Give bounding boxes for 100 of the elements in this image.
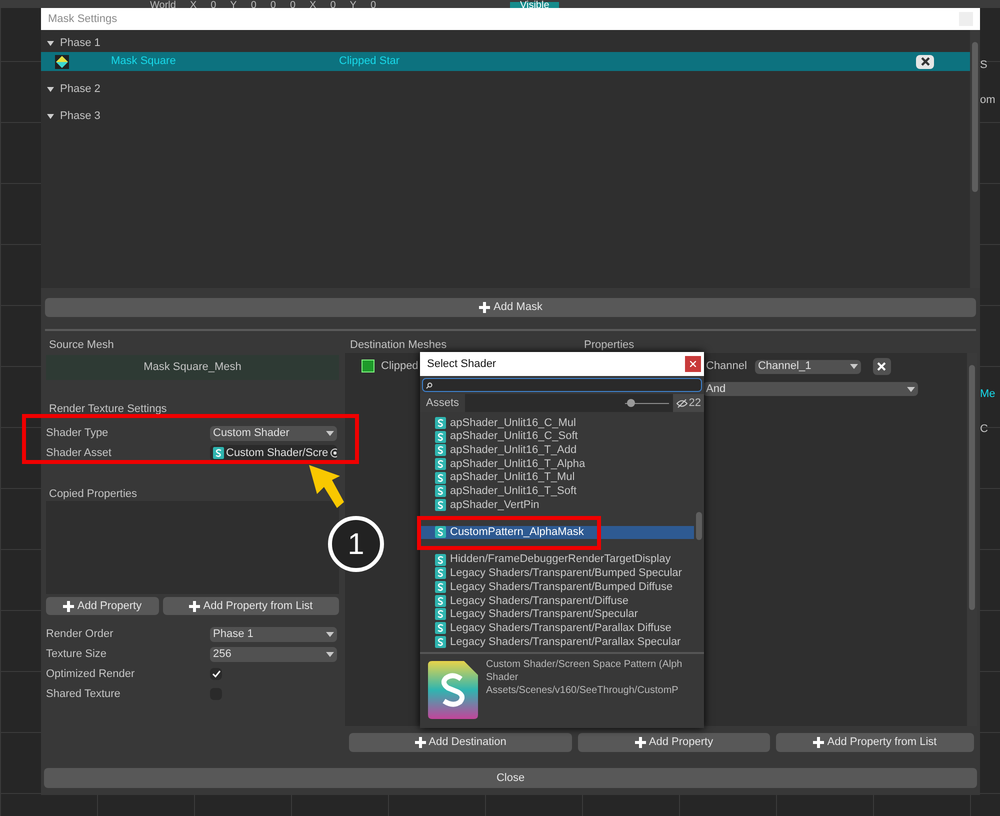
shader-list-item[interactable]: Legacy Shaders/Transparent/Bumped Diffuse	[420, 580, 694, 594]
dropdown-caret-icon	[907, 386, 915, 392]
shader-list-item[interactable]: apShader_Unlit16_T_Mul	[420, 470, 694, 484]
slider-thumb[interactable]	[626, 399, 635, 407]
shader-list-item[interactable]: Legacy Shaders/Transparent/Specular	[420, 608, 694, 622]
close-icon	[920, 57, 930, 66]
preview-text: Shader	[486, 671, 520, 684]
expanded-triangle-icon[interactable]	[47, 113, 54, 120]
zoom-slider[interactable]	[624, 398, 669, 408]
field-label: Shader Asset	[46, 446, 112, 461]
check-icon	[212, 670, 220, 678]
section-heading: Source Mesh	[48, 338, 115, 353]
field-label: Optimized Render	[46, 666, 136, 682]
close-icon	[690, 361, 696, 367]
field-label: Render Order	[46, 626, 114, 642]
shader-list-item[interactable]: Legacy Shaders/Transparent/Bumped Specular	[420, 566, 694, 580]
shader-list-item[interactable]: apShader_Unlit16_T_Add	[420, 443, 694, 458]
toolbar-text: Y	[350, 2, 356, 8]
dropdown[interactable]: Custom Shader	[210, 426, 337, 440]
hidden-count-toggle[interactable]: 22	[672, 394, 704, 412]
dropdown[interactable]: 256	[210, 646, 337, 662]
shader-list-item[interactable]: Hidden/FrameDebuggerRenderTargetDisplay	[420, 552, 694, 567]
expanded-triangle-icon[interactable]	[47, 86, 54, 93]
toolbar-text: World	[150, 2, 176, 8]
toolbar-text: X	[310, 2, 316, 8]
shader-list-item[interactable]: CustomPattern_AlphaMask	[420, 526, 694, 540]
shader-file-icon	[435, 581, 446, 594]
shader-list-item[interactable]: apShader_Unlit16_T_Alpha	[420, 457, 694, 471]
toolbar-text: 0	[290, 2, 296, 8]
side-panel-text: C	[980, 422, 989, 436]
search-field[interactable]	[422, 378, 702, 392]
add-destination-button[interactable]: Add Destination	[349, 733, 572, 752]
shader-file-icon	[435, 444, 446, 456]
shader-file-icon	[435, 458, 446, 470]
side-panel-text: S	[980, 58, 988, 73]
dropdown-caret-icon	[850, 364, 858, 369]
section-heading: Properties	[584, 338, 634, 353]
scrollbar[interactable]	[970, 30, 980, 288]
side-panel-text: Me	[980, 387, 996, 402]
plus-icon	[478, 302, 490, 313]
close-popup-button[interactable]	[685, 356, 701, 372]
arrow-icon	[306, 465, 346, 511]
field-label: Channel	[706, 359, 747, 374]
add-property-button[interactable]: Add Property from List	[776, 733, 974, 752]
dropdown[interactable]: Channel_1	[754, 360, 861, 374]
target-icon	[330, 448, 337, 458]
source-mesh-name: Mask Square	[111, 54, 177, 70]
dropdown[interactable]: And	[703, 382, 918, 396]
add-property-button[interactable]: Add Property from List	[163, 597, 339, 615]
shader-file-icon	[435, 554, 446, 566]
toolbar-text: 0	[370, 2, 376, 8]
shader-file-icon	[435, 498, 446, 511]
phase-label: Phase 1	[60, 36, 100, 52]
shader-list-item[interactable]: Legacy Shaders/Transparent/Diffuse	[420, 594, 694, 608]
preview-text: Custom Shader/Screen Space Pattern (Alph	[486, 658, 682, 671]
dropdown[interactable]: Phase 1	[210, 626, 337, 642]
add-mask-button[interactable]: Add Mask	[45, 298, 976, 317]
toolbar-text: 0	[210, 2, 216, 8]
toolbar-text: X	[190, 2, 197, 8]
diamond-icon	[55, 54, 69, 68]
dropdown-caret-icon	[326, 652, 334, 656]
source-mesh-field[interactable]: Mask Square_Mesh	[46, 355, 339, 380]
shader-list-item[interactable]: Legacy Shaders/Transparent/Parallax Diffuse	[420, 621, 694, 635]
checkbox[interactable]	[210, 668, 222, 680]
phase-label: Phase 3	[60, 109, 100, 124]
remove-mask-button[interactable]	[916, 54, 934, 68]
destination-mesh-name: Clipped Star	[339, 54, 400, 70]
toolbar-text: Y	[230, 2, 237, 8]
plus-icon	[414, 737, 426, 748]
add-property-button[interactable]: Add Property	[46, 597, 159, 615]
remove-property-button[interactable]	[872, 358, 891, 375]
visible-toggle[interactable]: Visible	[510, 2, 560, 8]
section-heading: Destination Meshes	[349, 338, 448, 353]
shader-file-icon	[435, 485, 446, 498]
shader-file-icon	[435, 416, 446, 429]
phase-label: Phase 2	[60, 82, 100, 98]
object-field[interactable]: Custom Shader/Scre	[210, 445, 337, 461]
shader-file-icon	[435, 526, 446, 538]
plus-icon	[63, 600, 74, 612]
shader-list-item[interactable]: apShader_Unlit16_C_Mul	[420, 416, 694, 430]
expanded-triangle-icon[interactable]	[47, 40, 54, 47]
toolbar-text: 0	[330, 2, 336, 8]
shader-list-item[interactable]: Legacy Shaders/Transparent/Parallax Specular	[420, 635, 694, 649]
shader-list-item[interactable]: apShader_Unlit16_C_Soft	[420, 430, 694, 444]
shader-list-item[interactable]: apShader_VertPin	[420, 498, 694, 512]
dropdown-caret-icon	[326, 430, 334, 436]
shader-file-icon	[213, 447, 224, 459]
section-heading: Copied Properties	[48, 487, 138, 500]
add-property-button[interactable]: Add Property	[578, 733, 770, 752]
window-title: Mask Settings	[48, 12, 118, 27]
shader-file-icon	[435, 594, 446, 607]
shader-list-item[interactable]: apShader_Unlit16_T_Soft	[420, 484, 694, 498]
side-panel-text: om	[980, 92, 996, 108]
assets-tab[interactable]: Assets	[420, 394, 466, 412]
section-heading: Render Texture Settings	[48, 402, 168, 417]
hidden-eye-icon	[676, 398, 688, 408]
shader-file-icon	[435, 430, 446, 443]
plus-icon	[813, 737, 824, 748]
close-button[interactable]: Close	[44, 768, 977, 788]
search-icon	[426, 382, 433, 388]
